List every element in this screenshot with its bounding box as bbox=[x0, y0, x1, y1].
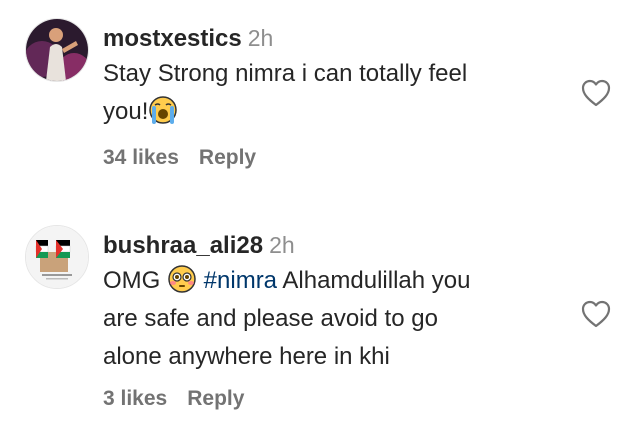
comment-text-fragment: you! bbox=[103, 98, 149, 125]
hashtag-link[interactable]: #nimra bbox=[204, 267, 277, 294]
comment-text-fragment: Alhamdulillah you bbox=[277, 267, 471, 294]
comment-text: Stay Strong nimra i can totally feel you… bbox=[103, 55, 563, 131]
flushed-face-icon bbox=[168, 265, 196, 293]
reply-button[interactable]: Reply bbox=[199, 146, 256, 169]
heart-icon bbox=[581, 79, 611, 107]
comment-meta: 3 likes Reply bbox=[103, 387, 244, 411]
likes-count[interactable]: 3 likes bbox=[103, 387, 167, 410]
comment-text: OMG #nimra Alhamdulillah you are safe an… bbox=[103, 262, 563, 376]
likes-count[interactable]: 34 likes bbox=[103, 146, 179, 169]
timestamp[interactable]: 2h bbox=[269, 232, 295, 258]
comment-item: bushraa_ali28 2h OMG #nimra Alhamdulillah… bbox=[0, 215, 632, 431]
like-button[interactable] bbox=[580, 78, 612, 108]
heart-icon bbox=[581, 300, 611, 328]
comment-meta: 34 likes Reply bbox=[103, 146, 256, 170]
comment-text-line: Stay Strong nimra i can totally feel bbox=[103, 60, 468, 87]
timestamp[interactable]: 2h bbox=[248, 25, 274, 51]
reply-button[interactable]: Reply bbox=[187, 387, 244, 410]
avatar-photo-icon bbox=[26, 19, 88, 81]
username[interactable]: mostxestics bbox=[103, 25, 242, 52]
comment-text-fragment: OMG bbox=[103, 267, 161, 294]
like-button[interactable] bbox=[580, 299, 612, 329]
avatar[interactable] bbox=[25, 225, 89, 289]
comment-text-line: you! bbox=[103, 93, 563, 131]
avatar-flag-icon bbox=[26, 226, 88, 288]
crying-face-icon bbox=[149, 96, 178, 124]
username[interactable]: bushraa_ali28 bbox=[103, 232, 263, 259]
comment-text-line: are safe and please avoid to go bbox=[103, 305, 438, 332]
comment-text-line: alone anywhere here in khi bbox=[103, 343, 390, 370]
comment-item: mostxestics 2h Stay Strong nimra i can to… bbox=[0, 0, 632, 215]
comment-body: bushraa_ali28 2h OMG #nimra Alhamdulillah… bbox=[103, 229, 563, 376]
avatar[interactable] bbox=[25, 18, 89, 82]
comment-text-line: OMG #nimra Alhamdulillah you bbox=[103, 262, 563, 300]
comment-body: mostxestics 2h Stay Strong nimra i can to… bbox=[103, 22, 563, 131]
